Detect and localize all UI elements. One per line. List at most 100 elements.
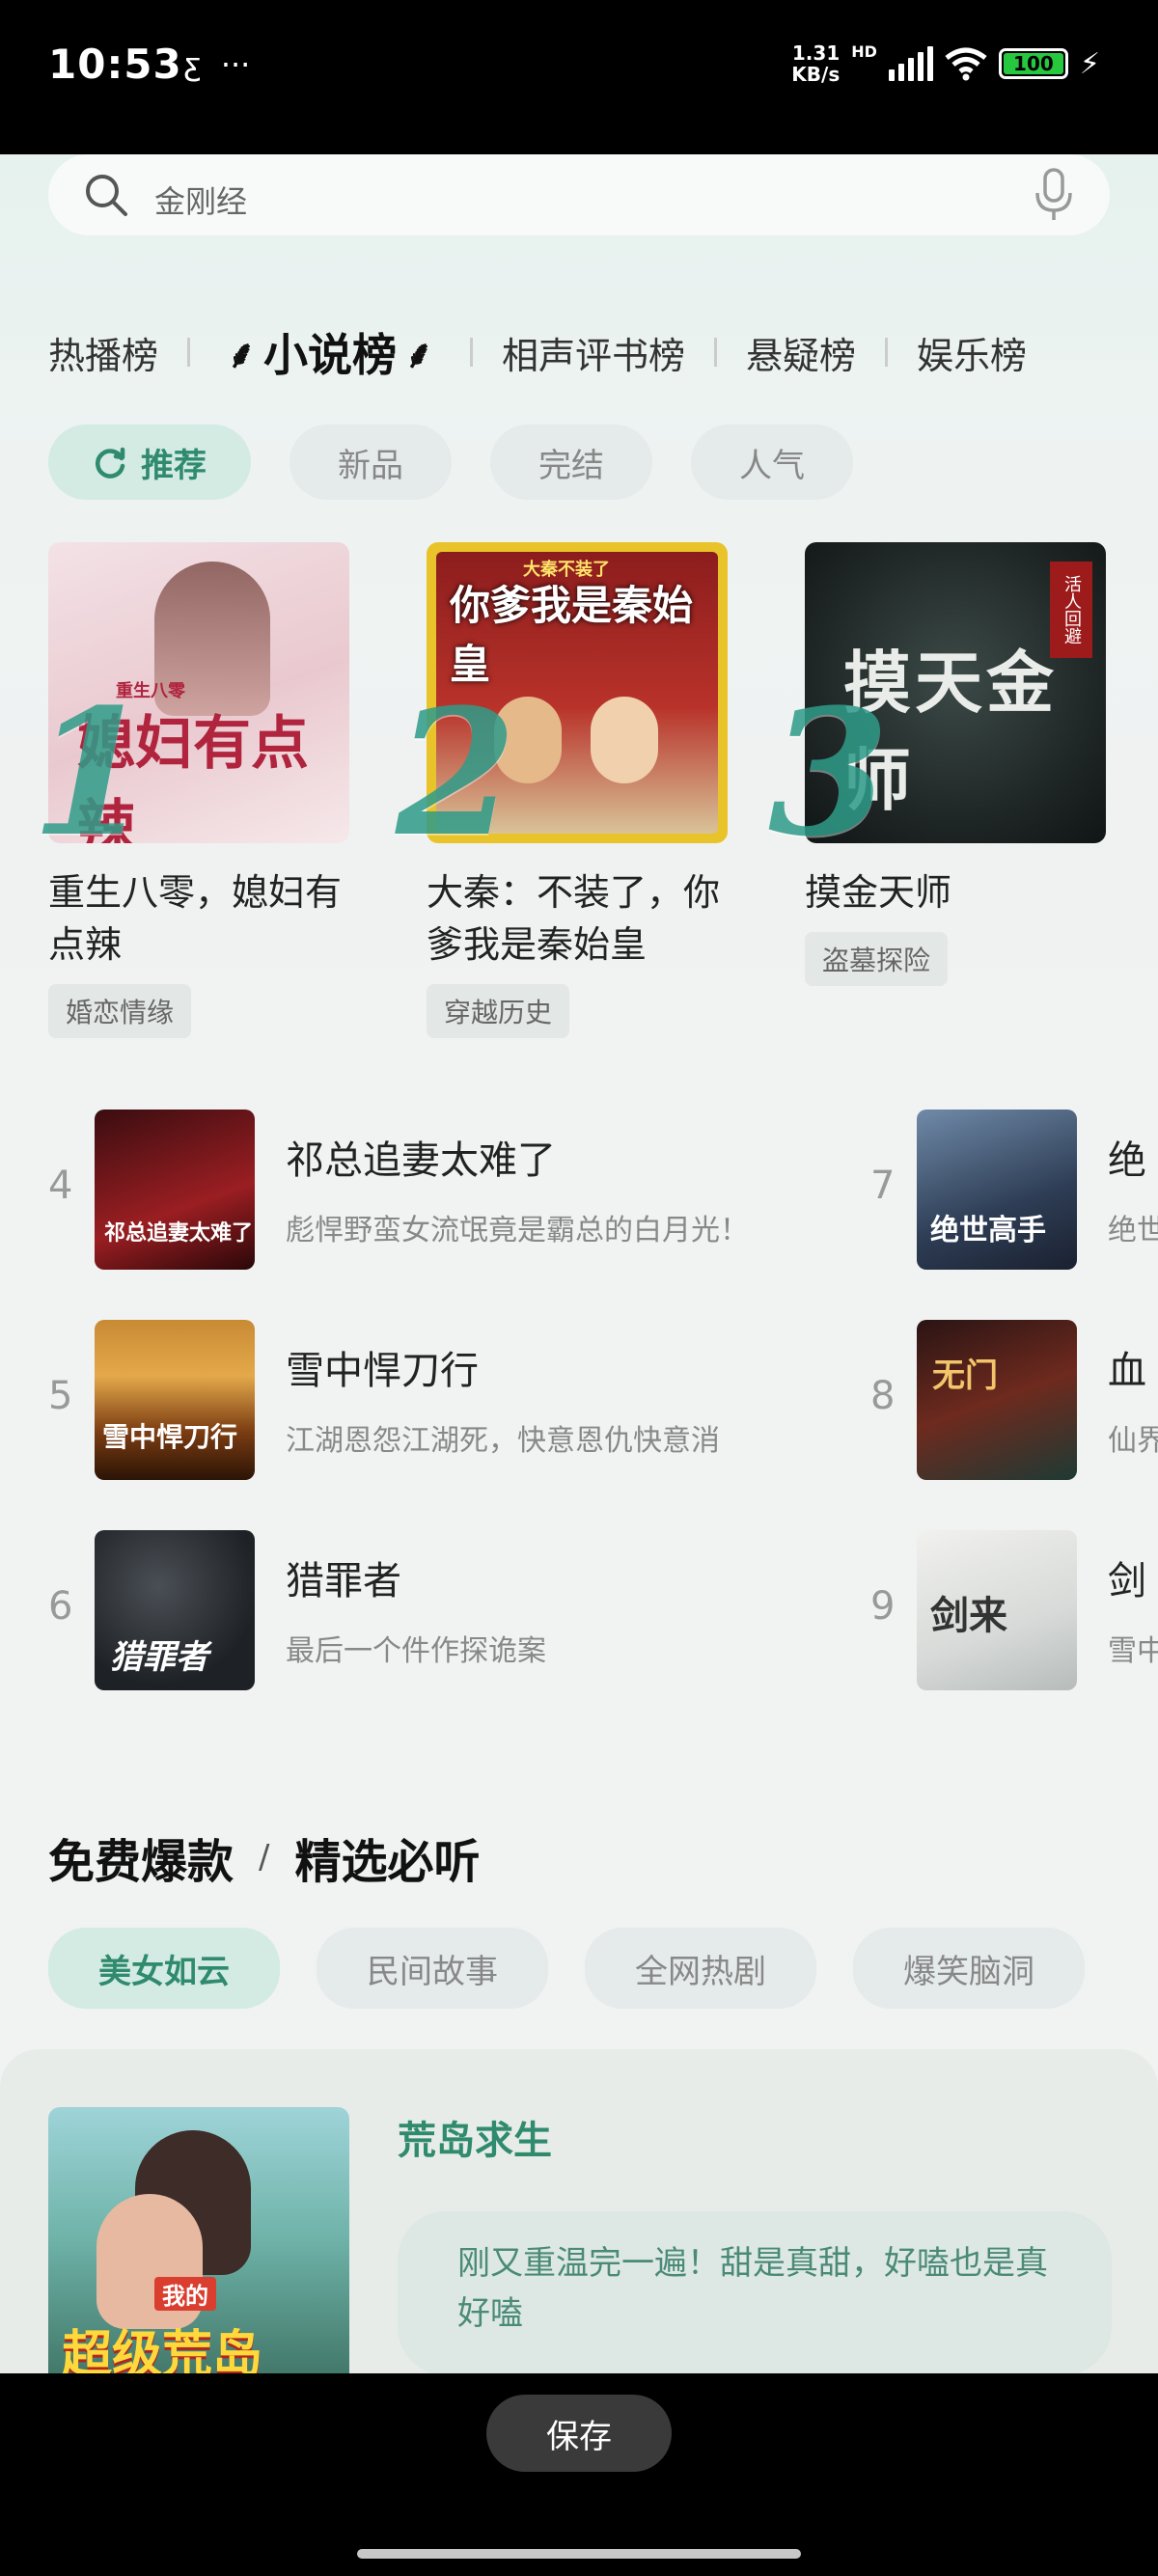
book-description: 最后一个件作探诡案 — [286, 1634, 546, 1668]
book-tag[interactable]: 盗墓探险 — [805, 932, 949, 986]
chip-beauties[interactable]: 美女如云 — [48, 1928, 280, 2009]
battery-level: 100 — [1003, 52, 1063, 75]
chip-folk-stories[interactable]: 民间故事 — [317, 1928, 548, 2009]
book-cover[interactable]: 我的 超级荒岛 — [48, 2107, 349, 2373]
book-title[interactable]: 雪中悍刀行 — [286, 1339, 479, 1395]
ranking-tabs: 热播榜 ⸙ 小说榜 ⸙ 相声评书榜 悬疑榜 娱乐榜 — [48, 318, 1027, 386]
book-description: 绝世 — [1108, 1214, 1158, 1247]
list-item[interactable]: 4 祁总追妻太难了 祁总追妻太难了 彪悍野蛮女流氓竟是霸总的白月光！ — [48, 1110, 801, 1270]
status-bar: 10:53 ƹ ··· 1.31 KB/s HD 100 ⚡ — [0, 0, 1158, 154]
save-button[interactable]: 保存 — [486, 2395, 672, 2472]
book-cover[interactable]: 祁总追妻太难了 — [95, 1110, 255, 1270]
filter-recommend[interactable]: 推荐 — [48, 425, 251, 500]
net-speed-value: 1.31 — [791, 41, 841, 65]
top-three: 媳妇有点辣 重生八零 重生八零，媳妇有点辣 婚恋情缘 你爹我是秦始皇 大秦不装了… — [0, 542, 1158, 1044]
rank-number: 9 — [870, 1584, 896, 1629]
featured-book-card[interactable]: 我的 超级荒岛 荒岛求生 刚又重温完一遍！甜是真甜，好嗑也是真好嗑 — [0, 2049, 1158, 2373]
cover-title: 绝世高手 — [930, 1214, 1046, 1247]
network-type: HD — [851, 42, 877, 61]
book-description: 雪中 — [1108, 1634, 1158, 1668]
notification-icons: ƹ ··· — [183, 46, 251, 83]
cover-subtitle: 大秦不装了 — [523, 560, 610, 580]
filter-finished[interactable]: 完结 — [490, 425, 652, 500]
cover-title: 猎罪者 — [110, 1638, 208, 1677]
search-input[interactable]: 金刚经 — [154, 178, 247, 222]
cover-subtitle: 我的 — [154, 2277, 216, 2311]
section-title-picks[interactable]: 精选必听 — [294, 1823, 480, 1891]
book-tag[interactable]: 穿越历史 — [427, 984, 570, 1038]
chip-funny[interactable]: 爆笑脑洞 — [853, 1928, 1085, 2009]
book-cover[interactable]: 雪中悍刀行 — [95, 1320, 255, 1480]
book-cover[interactable]: 猎罪者 — [95, 1530, 255, 1690]
charging-icon: ⚡ — [1079, 46, 1100, 81]
cover-figure — [591, 697, 658, 783]
search-icon — [86, 175, 127, 216]
cover-seal: 活人回避 — [1050, 562, 1092, 658]
refresh-icon — [95, 447, 125, 479]
tab-suspense[interactable]: 悬疑榜 — [746, 326, 856, 379]
tab-divider — [885, 338, 889, 367]
chip-hot-dramas[interactable]: 全网热剧 — [585, 1928, 816, 2009]
book-title[interactable]: 绝 — [1108, 1129, 1146, 1185]
book-cover[interactable]: 无门 — [917, 1320, 1077, 1480]
cover-title: 雪中悍刀行 — [102, 1421, 238, 1453]
book-description: 仙界 — [1108, 1424, 1158, 1458]
tab-novel-label: 小说榜 — [263, 329, 398, 381]
filter-chips: 推荐 新品 完结 人气 — [48, 425, 853, 500]
net-speed-unit: KB/s — [791, 63, 841, 86]
tab-hot[interactable]: 热播榜 — [48, 326, 158, 379]
rank-number: 7 — [870, 1164, 896, 1208]
book-cover[interactable]: 剑来 — [917, 1530, 1077, 1690]
bottom-bar: 保存 — [0, 2373, 1158, 2576]
tab-divider — [187, 338, 191, 367]
list-item[interactable]: 5 雪中悍刀行 雪中悍刀行 江湖恩怨江湖死，快意恩仇快意消 — [48, 1320, 801, 1480]
feature-title[interactable]: 荒岛求生 — [398, 2109, 552, 2165]
cover-title: 祁总追妻太难了 — [104, 1220, 254, 1246]
filter-popular[interactable]: 人气 — [691, 425, 853, 500]
book-title[interactable]: 剑 — [1108, 1549, 1146, 1605]
rank-number: 4 — [48, 1164, 73, 1208]
book-description: 彪悍野蛮女流氓竟是霸总的白月光！ — [286, 1214, 749, 1247]
filter-new[interactable]: 新品 — [290, 425, 452, 500]
search-bar[interactable]: 金刚经 — [48, 154, 1110, 235]
rank-number: 6 — [48, 1584, 73, 1629]
home-indicator[interactable] — [357, 2549, 801, 2559]
rank-number: 5 — [48, 1374, 73, 1418]
laurel-right-icon: ⸙ — [404, 332, 434, 377]
rank-number: 8 — [870, 1374, 896, 1418]
net-speed: 1.31 KB/s — [791, 42, 840, 85]
feature-quote: 刚又重温完一遍！甜是真甜，好嗑也是真好嗑 — [398, 2211, 1112, 2373]
app-content: 金刚经 热播榜 ⸙ 小说榜 ⸙ 相声评书榜 悬疑榜 娱乐榜 推荐 新品 完结 人… — [0, 154, 1158, 2373]
section-title-free[interactable]: 免费爆款 — [48, 1823, 234, 1891]
book-title[interactable]: 大秦：不装了，你爹我是秦始皇 — [427, 866, 728, 971]
tab-divider — [714, 338, 718, 367]
tab-crosstalk[interactable]: 相声评书榜 — [502, 326, 685, 379]
cover-title: 剑来 — [930, 1593, 1007, 1638]
book-tag[interactable]: 婚恋情缘 — [48, 984, 192, 1038]
status-right-group: 1.31 KB/s HD 100 ⚡ — [791, 42, 1100, 85]
book-description: 江湖恩怨江湖死，快意恩仇快意消 — [286, 1424, 720, 1458]
rank-number-2: 2 — [396, 671, 517, 875]
list-item[interactable]: 9 剑来 剑 雪中 — [870, 1530, 1158, 1690]
list-item[interactable]: 7 绝世高手 绝 绝世 — [870, 1110, 1158, 1270]
tab-entertainment[interactable]: 娱乐榜 — [917, 326, 1027, 379]
book-title[interactable]: 重生八零，媳妇有点辣 — [48, 866, 349, 971]
rank-number-3: 3 — [768, 671, 890, 875]
ranked-list: 4 祁总追妻太难了 祁总追妻太难了 彪悍野蛮女流氓竟是霸总的白月光！ 5 雪中悍… — [0, 1110, 1158, 1746]
book-title[interactable]: 血 — [1108, 1339, 1146, 1395]
rank-number-1: 1 — [31, 671, 152, 875]
book-title[interactable]: 祁总追妻太难了 — [286, 1129, 556, 1185]
tab-novel[interactable]: ⸙ 小说榜 ⸙ — [219, 320, 441, 384]
status-time: 10:53 — [48, 41, 182, 88]
tab-divider — [470, 338, 474, 367]
signal-icon — [888, 46, 933, 81]
microphone-icon[interactable] — [1031, 168, 1077, 222]
book-title[interactable]: 猎罪者 — [286, 1549, 401, 1605]
laurel-left-icon: ⸙ — [227, 332, 257, 377]
book-cover[interactable]: 绝世高手 — [917, 1110, 1077, 1270]
list-item[interactable]: 6 猎罪者 猎罪者 最后一个件作探诡案 — [48, 1530, 801, 1690]
section-title: 免费爆款 / 精选必听 — [48, 1823, 481, 1891]
list-item[interactable]: 8 无门 血 仙界 — [870, 1320, 1158, 1480]
cover-title: 超级荒岛 — [62, 2325, 263, 2373]
section-chips: 美女如云 民间故事 全网热剧 爆笑脑洞 — [48, 1928, 1085, 2009]
